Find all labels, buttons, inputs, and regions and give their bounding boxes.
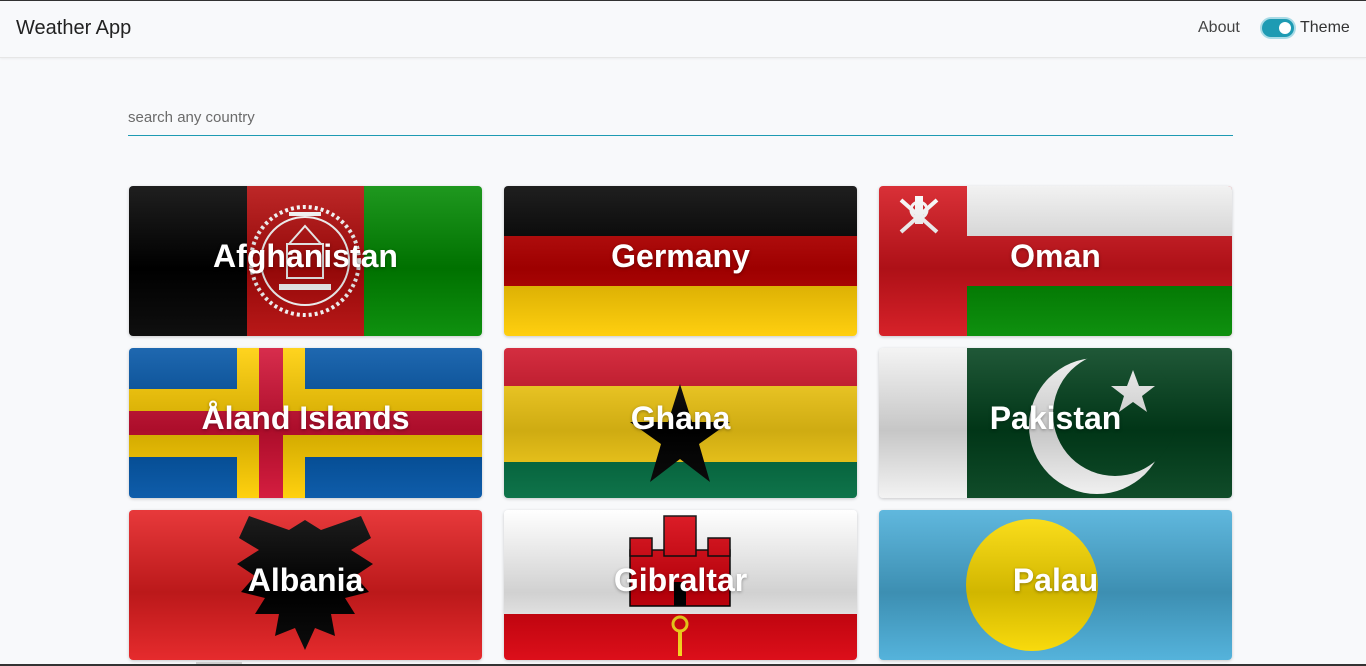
country-name: Gibraltar: [613, 562, 748, 598]
about-link[interactable]: About: [1198, 19, 1240, 37]
country-card-oman[interactable]: Oman: [879, 186, 1232, 336]
country-name: Germany: [611, 238, 750, 274]
search-input[interactable]: [128, 100, 1233, 136]
country-card-gibraltar[interactable]: Gibraltar: [504, 510, 857, 660]
country-name: Palau: [1012, 562, 1099, 598]
theme-toggle[interactable]: [1262, 19, 1294, 37]
country-card-pakistan[interactable]: Pakistan: [879, 348, 1232, 498]
country-card-ghana[interactable]: Ghana: [504, 348, 857, 498]
country-card-aland-islands[interactable]: Åland Islands: [129, 348, 482, 498]
country-name: Oman: [1010, 238, 1101, 274]
country-name: Åland Islands: [201, 400, 410, 436]
app-title[interactable]: Weather App: [16, 17, 131, 40]
country-card-palau[interactable]: Palau: [879, 510, 1232, 660]
country-card-albania[interactable]: Albania: [129, 510, 482, 660]
country-card-afghanistan[interactable]: Afghanistan: [129, 186, 482, 336]
theme-toggle-knob: [1279, 22, 1291, 34]
country-name: Albania: [247, 562, 364, 598]
theme-label: Theme: [1300, 19, 1350, 36]
country-name: Afghanistan: [213, 238, 398, 274]
country-name: Pakistan: [989, 400, 1122, 436]
country-name: Ghana: [630, 400, 731, 436]
country-card-germany[interactable]: Germany: [504, 186, 857, 336]
navbar: Weather App About Theme: [0, 1, 1366, 58]
